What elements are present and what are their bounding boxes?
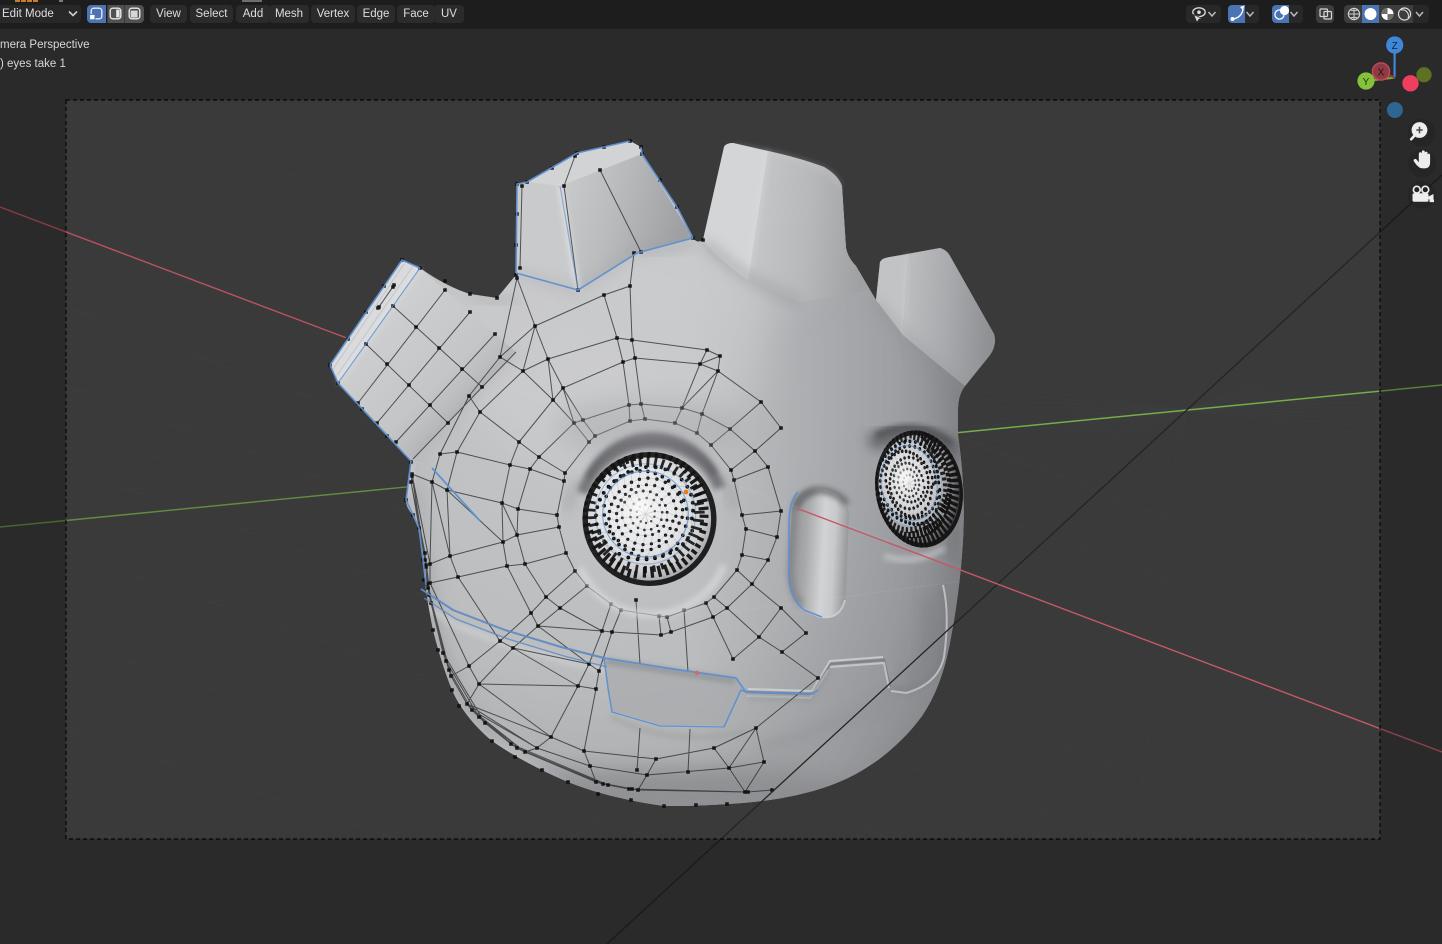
svg-text:) eyes take 1: ) eyes take 1 — [0, 58, 66, 70]
svg-text:Z: Z — [1392, 41, 1398, 52]
svg-text:X: X — [1378, 68, 1385, 79]
svg-text:Y: Y — [1363, 77, 1370, 88]
svg-text:mera Perspective: mera Perspective — [0, 39, 89, 51]
